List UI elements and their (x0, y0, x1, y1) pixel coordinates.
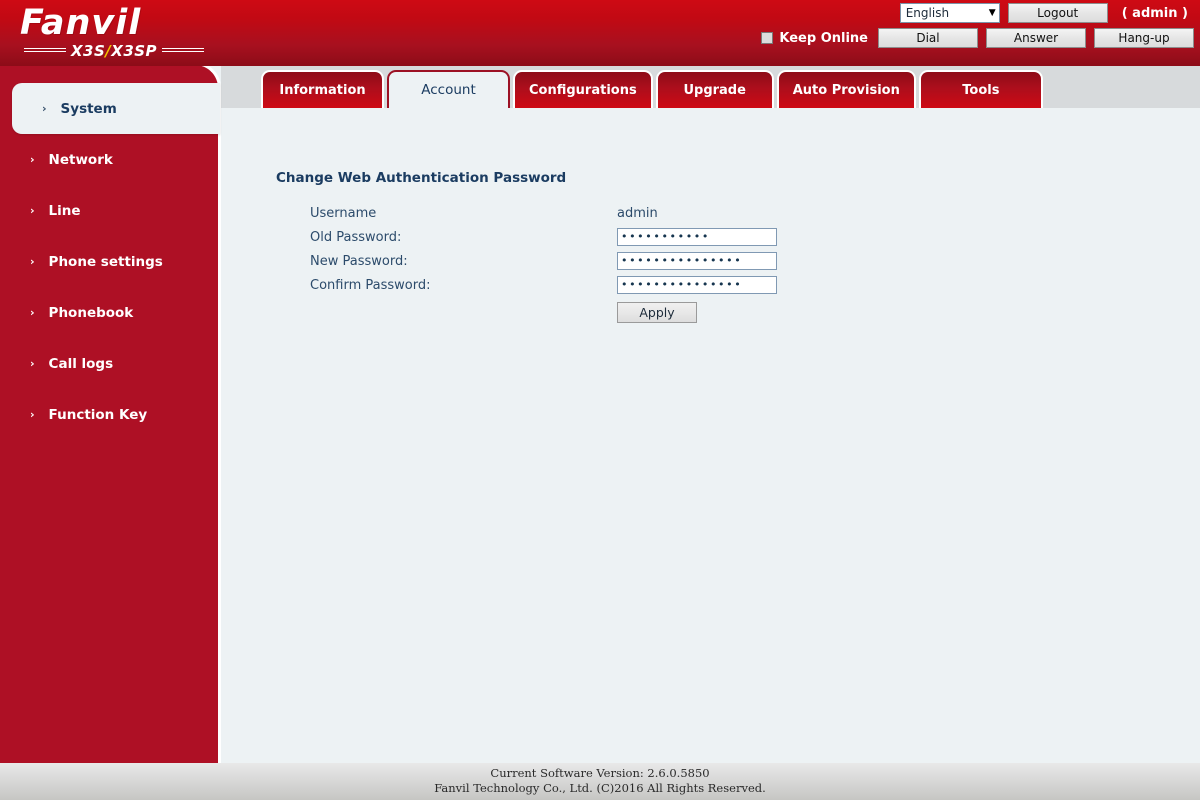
dial-button[interactable]: Dial (878, 28, 978, 48)
sidebar-item-function-key-label: Function Key (48, 406, 148, 423)
chevron-right-icon: › (30, 306, 35, 319)
tab-tools[interactable]: Tools (918, 70, 1043, 108)
keep-online-checkbox[interactable] (761, 32, 774, 44)
username-label: Username (310, 205, 377, 221)
tab-account-label: Account (421, 82, 476, 98)
keep-online-group[interactable]: Keep Online (761, 31, 868, 46)
tab-auto-provision[interactable]: Auto Provision (776, 70, 916, 108)
form-row-confirm-password: Confirm Password: ••••••••••••••• (310, 273, 910, 297)
sidebar-item-phonebook[interactable]: › Phonebook (0, 287, 218, 338)
confirm-password-label: Confirm Password: (310, 277, 431, 293)
chevron-right-icon: › (42, 102, 47, 115)
tab-information-label: Information (279, 82, 366, 98)
form-row-old-password: Old Password: ••••••••••• (310, 225, 910, 249)
language-select[interactable]: English ▼ (899, 3, 1000, 23)
sidebar-item-phone-settings[interactable]: › Phone settings (0, 236, 218, 287)
tab-auto-provision-label: Auto Provision (792, 82, 900, 98)
brand-model-right: X3SP (111, 42, 158, 60)
chevron-right-icon: › (30, 153, 35, 166)
apply-button[interactable]: Apply (617, 301, 697, 323)
software-version-text: Current Software Version: 2.6.0.5850 (490, 766, 710, 780)
language-select-value: English (905, 6, 950, 20)
current-user-label: ( admin ) (1121, 5, 1188, 21)
answer-button[interactable]: Answer (986, 28, 1086, 48)
copyright-text: Fanvil Technology Co., Ltd. (C)2016 All … (434, 781, 766, 795)
sidebar-item-system[interactable]: › System (12, 83, 220, 134)
logout-button[interactable]: Logout (1007, 3, 1108, 23)
app-window: Fanvil X3S/X3SP English ▼ Logout ( admin… (0, 0, 1200, 800)
app-header: Fanvil X3S/X3SP English ▼ Logout ( admin… (0, 0, 1200, 66)
page-footer: Current Software Version: 2.6.0.5850 Fan… (0, 763, 1200, 800)
brand-model-left: X3S (70, 42, 106, 60)
sidebar-item-call-logs[interactable]: › Call logs (0, 338, 218, 389)
hangup-button[interactable]: Hang-up (1094, 28, 1194, 48)
chevron-right-icon: › (30, 408, 35, 421)
tab-tools-label: Tools (962, 82, 1000, 98)
logo-rule-left-icon (24, 48, 66, 54)
username-value: admin (617, 205, 658, 221)
chevron-right-icon: › (30, 255, 35, 268)
sidebar-item-phone-settings-label: Phone settings (48, 253, 163, 270)
confirm-password-value: ••••••••••••••• (621, 278, 743, 291)
new-password-value: ••••••••••••••• (621, 254, 743, 267)
sidebar-item-line[interactable]: › Line (0, 185, 218, 236)
header-controls-row-1: English ▼ Logout ( admin ) (899, 3, 1194, 23)
chevron-right-icon: › (30, 357, 35, 370)
chevron-right-icon: › (30, 204, 35, 217)
tab-configurations[interactable]: Configurations (513, 70, 653, 108)
confirm-password-input[interactable]: ••••••••••••••• (617, 276, 777, 294)
tab-upgrade-label: Upgrade (683, 82, 746, 98)
sidebar-item-system-label: System (60, 100, 117, 117)
brand-model: X3S/X3SP (71, 42, 157, 60)
brand-model-row: X3S/X3SP (24, 42, 205, 60)
chevron-down-icon: ▼ (988, 7, 996, 18)
form-row-apply: Apply (310, 297, 910, 327)
old-password-label: Old Password: (310, 229, 402, 245)
page-title: Change Web Authentication Password (276, 170, 567, 186)
form-row-username: Username admin (310, 201, 910, 225)
sidebar-item-call-logs-label: Call logs (48, 355, 114, 372)
new-password-input[interactable]: ••••••••••••••• (617, 252, 777, 270)
tab-configurations-label: Configurations (529, 82, 637, 98)
sidebar: › System › Network › Line › Phone settin… (0, 62, 221, 764)
header-controls-row-2: Keep Online Dial Answer Hang-up (761, 28, 1194, 48)
sidebar-item-network-label: Network (48, 151, 113, 168)
tab-information[interactable]: Information (261, 70, 384, 108)
old-password-input[interactable]: ••••••••••• (617, 228, 777, 246)
brand-name: Fanvil (20, 3, 142, 43)
brand-logo: Fanvil X3S/X3SP (18, 6, 218, 64)
form-row-new-password: New Password: ••••••••••••••• (310, 249, 910, 273)
keep-online-label: Keep Online (779, 30, 868, 46)
sidebar-item-network[interactable]: › Network (0, 134, 218, 185)
main-content: Change Web Authentication Password Usern… (221, 108, 1200, 763)
sidebar-item-phonebook-label: Phonebook (48, 304, 134, 321)
sidebar-item-function-key[interactable]: › Function Key (0, 389, 218, 440)
tab-account[interactable]: Account (387, 70, 510, 108)
old-password-value: ••••••••••• (621, 230, 710, 243)
tab-list: Information Account Configurations Upgra… (261, 70, 1043, 108)
tab-upgrade[interactable]: Upgrade (655, 70, 774, 108)
tab-bar: Information Account Configurations Upgra… (221, 66, 1200, 108)
sidebar-item-line-label: Line (48, 202, 81, 219)
logo-rule-right-icon (162, 48, 205, 54)
new-password-label: New Password: (310, 253, 408, 269)
sidebar-top-spacer (0, 65, 218, 83)
change-password-form: Username admin Old Password: •••••••••••… (310, 201, 910, 327)
